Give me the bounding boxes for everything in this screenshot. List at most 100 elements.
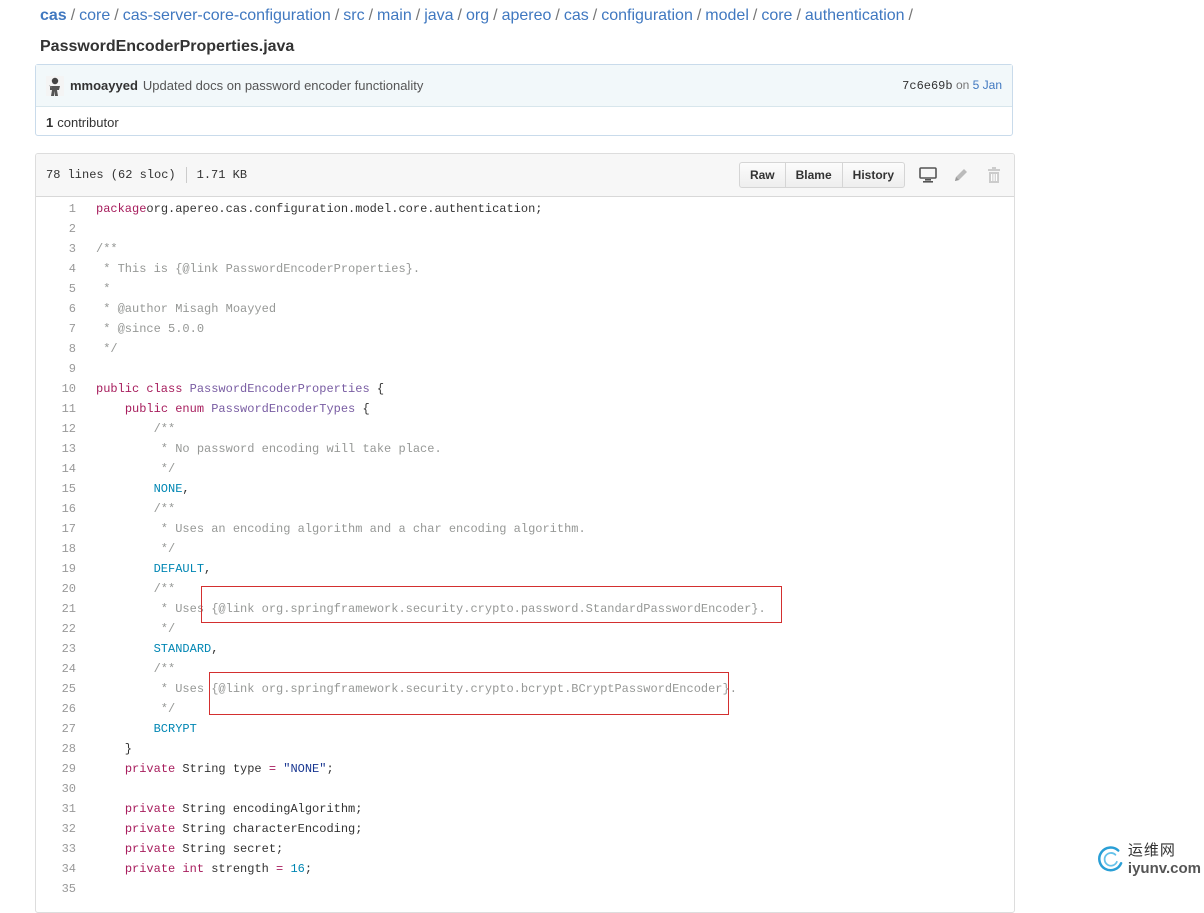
code-token: public class — [96, 382, 190, 396]
line-number[interactable]: 32 — [36, 822, 76, 836]
breadcrumb-separator: / — [457, 7, 462, 24]
line-number[interactable]: 8 — [36, 342, 76, 356]
line-number[interactable]: 17 — [36, 522, 76, 536]
line-number[interactable]: 15 — [36, 482, 76, 496]
line-number[interactable]: 34 — [36, 862, 76, 876]
contributors-label: contributor — [57, 114, 119, 130]
breadcrumb-link[interactable]: src — [343, 7, 364, 24]
line-number[interactable]: 23 — [36, 642, 76, 656]
code-line: 24 /** — [36, 659, 1014, 679]
code-token: /** — [96, 662, 176, 676]
line-number[interactable]: 18 — [36, 542, 76, 556]
line-number[interactable]: 6 — [36, 302, 76, 316]
line-content: private String encodingAlgorithm; — [76, 802, 363, 816]
commit-author-link[interactable]: mmoayyed — [70, 78, 138, 93]
line-number[interactable]: 30 — [36, 782, 76, 796]
commit-date: 5 Jan — [972, 78, 1002, 92]
line-number[interactable]: 19 — [36, 562, 76, 576]
code-token: { — [369, 382, 385, 396]
line-number[interactable]: 4 — [36, 262, 76, 276]
line-number[interactable]: 2 — [36, 222, 76, 236]
line-number[interactable]: 35 — [36, 882, 76, 896]
line-number[interactable]: 21 — [36, 602, 76, 616]
code-token: PasswordEncoderTypes — [211, 402, 356, 416]
history-button[interactable]: History — [841, 162, 905, 188]
line-number[interactable]: 12 — [36, 422, 76, 436]
line-number[interactable]: 33 — [36, 842, 76, 856]
avatar[interactable] — [46, 75, 64, 96]
line-content: */ — [76, 342, 117, 356]
line-number[interactable]: 22 — [36, 622, 76, 636]
line-number[interactable]: 10 — [36, 382, 76, 396]
commit-message-link[interactable]: Updated docs on password encoder functio… — [143, 78, 423, 93]
line-number[interactable]: 28 — [36, 742, 76, 756]
trash-icon[interactable] — [984, 165, 1004, 185]
commit-meta: 7c6e69b on 5 Jan — [902, 78, 1002, 93]
line-number[interactable]: 11 — [36, 402, 76, 416]
breadcrumb-link[interactable]: java — [424, 7, 453, 24]
commit-tease: mmoayyed Updated docs on password encode… — [36, 65, 1012, 107]
code-token: */ — [96, 622, 176, 636]
code-token: private — [124, 822, 183, 836]
line-number[interactable]: 14 — [36, 462, 76, 476]
breadcrumb-link[interactable]: configuration — [601, 7, 693, 24]
code-token: * Uses {@link org.springframework.securi… — [96, 682, 737, 696]
breadcrumb-link[interactable]: cas-server-core-configuration — [123, 7, 331, 24]
code-line: 31 private String encodingAlgorithm; — [36, 799, 1014, 819]
breadcrumb-link[interactable]: org — [466, 7, 489, 24]
breadcrumb-link[interactable]: model — [705, 7, 749, 24]
breadcrumb-link[interactable]: core — [761, 7, 792, 24]
breadcrumb-separator: / — [555, 7, 560, 24]
line-number[interactable]: 27 — [36, 722, 76, 736]
code-token: = — [268, 762, 277, 776]
breadcrumb-root-link[interactable]: cas — [40, 7, 67, 24]
line-number[interactable]: 20 — [36, 582, 76, 596]
code-line: 13 * No password encoding will take plac… — [36, 439, 1014, 459]
pencil-icon[interactable] — [951, 165, 971, 185]
breadcrumb-link[interactable]: core — [79, 7, 110, 24]
line-content: /** — [76, 422, 176, 436]
breadcrumb-link[interactable]: apereo — [502, 7, 552, 24]
code-token: 16 — [290, 862, 305, 876]
code-token: { — [355, 402, 370, 416]
blame-button[interactable]: Blame — [784, 162, 843, 188]
breadcrumb-link[interactable]: cas — [564, 7, 589, 24]
code-token: * Uses an encoding algorithm and a char … — [96, 522, 586, 536]
breadcrumb-link[interactable]: main — [377, 7, 412, 24]
line-number[interactable]: 29 — [36, 762, 76, 776]
line-number[interactable]: 31 — [36, 802, 76, 816]
line-content: * No password encoding will take place. — [76, 442, 442, 456]
code-line: 9 — [36, 359, 1014, 379]
raw-button[interactable]: Raw — [738, 162, 786, 188]
line-content: * @since 5.0.0 — [76, 322, 204, 336]
line-content: * — [76, 282, 110, 296]
line-number[interactable]: 16 — [36, 502, 76, 516]
line-number[interactable]: 24 — [36, 662, 76, 676]
contributors-bar[interactable]: 1 contributor — [36, 107, 1012, 137]
commit-sha-link[interactable]: 7c6e69b — [902, 79, 952, 93]
code-line: 18 */ — [36, 539, 1014, 559]
breadcrumb-link[interactable]: authentication — [805, 7, 905, 24]
code-token: */ — [96, 462, 176, 476]
code-line: 16 /** — [36, 499, 1014, 519]
code-line: 1 packageorg.apereo.cas.configuration.mod… — [36, 199, 1014, 219]
code-token: /** — [96, 242, 118, 256]
line-number[interactable]: 7 — [36, 322, 76, 336]
line-number[interactable]: 5 — [36, 282, 76, 296]
line-number[interactable]: 25 — [36, 682, 76, 696]
line-number[interactable]: 1 — [36, 202, 76, 216]
line-number[interactable]: 3 — [36, 242, 76, 256]
line-number[interactable]: 13 — [36, 442, 76, 456]
line-number[interactable]: 9 — [36, 362, 76, 376]
line-number[interactable]: 26 — [36, 702, 76, 716]
file-info: 78 lines (62 sloc) 1.71 KB — [46, 167, 247, 183]
desktop-icon[interactable] — [918, 165, 938, 185]
code-line: 3 /** — [36, 239, 1014, 259]
code-token: org.apereo.cas.configuration.model.core.… — [146, 202, 543, 216]
code-token: package — [96, 202, 147, 216]
code-line: 22 */ — [36, 619, 1014, 639]
